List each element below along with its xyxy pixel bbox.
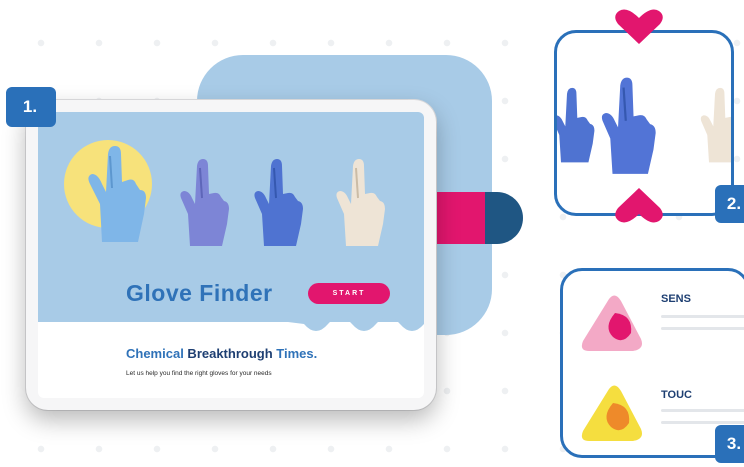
glove-icon[interactable] <box>176 152 232 248</box>
heart-pin-icon[interactable] <box>612 8 666 44</box>
step-badge-1: 1. <box>6 87 56 127</box>
hero-title: Glove Finder <box>126 280 273 306</box>
placeholder-text-line <box>661 327 744 330</box>
glove-icon[interactable] <box>82 134 152 244</box>
step-badge-3: 3. <box>715 425 744 463</box>
feature-title-1: SENS <box>661 293 691 305</box>
headline-part-1: Chemical <box>126 346 184 361</box>
placeholder-text-line <box>661 409 744 412</box>
placeholder-text-line <box>661 315 744 318</box>
tablet-screen: Glove Finder START Chemical Breakthrough… <box>38 112 424 398</box>
heart-pin-icon[interactable] <box>612 188 666 224</box>
glove-icon[interactable] <box>697 73 731 173</box>
tablet-mockup: Glove Finder START Chemical Breakthrough… <box>26 100 436 410</box>
hero-section: Glove Finder START <box>38 112 424 322</box>
placeholder-text-line <box>661 421 744 424</box>
glove-icon[interactable] <box>557 73 597 173</box>
hero-wave-divider <box>38 310 424 331</box>
glove-icon[interactable] <box>332 152 388 248</box>
glove-icon[interactable] <box>250 152 306 248</box>
glove-icon[interactable] <box>597 63 659 183</box>
headline: Chemical Breakthrough Times. <box>126 346 317 361</box>
headline-part-3: Times. <box>272 346 318 361</box>
triangle-icon <box>581 385 642 441</box>
feature-title-2: TOUC <box>661 389 692 401</box>
start-button[interactable]: START <box>308 283 390 304</box>
subtext: Let us help you find the right gloves fo… <box>126 370 272 377</box>
headline-part-2: Breakthrough <box>183 346 273 361</box>
step-badge-2: 2. <box>715 185 744 223</box>
triangle-icon <box>581 295 642 351</box>
